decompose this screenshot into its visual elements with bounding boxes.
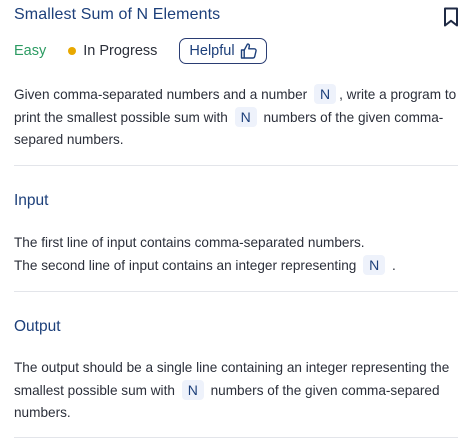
output-heading: Output — [14, 318, 61, 335]
input-line-1: The first line of input contains comma-s… — [14, 235, 365, 250]
code-chip-n: N — [313, 84, 337, 104]
status-indicator: In Progress — [68, 43, 157, 59]
helpful-button[interactable]: Helpful — [179, 38, 267, 64]
section-divider — [14, 165, 458, 166]
problem-description: Given comma-separated numbers and a numb… — [14, 84, 464, 152]
input-line-2-period: . — [392, 257, 396, 273]
page-title: Smallest Sum of N Elements — [14, 6, 221, 23]
output-description: The output should be a single line conta… — [14, 357, 464, 425]
section-divider — [14, 291, 458, 292]
thumbs-up-icon — [240, 43, 257, 59]
status-dot — [68, 47, 77, 55]
input-heading: Input — [14, 192, 49, 209]
status-label: In Progress — [83, 43, 158, 59]
input-line-2: The second line of input contains an int… — [14, 254, 464, 278]
input-line-2-text: The second line of input contains an int… — [14, 257, 357, 273]
input-description: The first line of input contains comma-s… — [14, 232, 464, 277]
problem-meta: Easy In Progress Helpful — [14, 36, 267, 66]
description-text: Given comma-separated numbers and a numb… — [14, 87, 308, 102]
helpful-label: Helpful — [189, 43, 235, 59]
bookmark-icon[interactable] — [443, 7, 459, 27]
difficulty-badge: Easy — [14, 43, 47, 59]
code-chip-n: N — [181, 379, 204, 400]
code-chip-n: N — [363, 254, 386, 275]
code-chip-n: N — [234, 106, 257, 127]
section-divider — [14, 437, 458, 438]
